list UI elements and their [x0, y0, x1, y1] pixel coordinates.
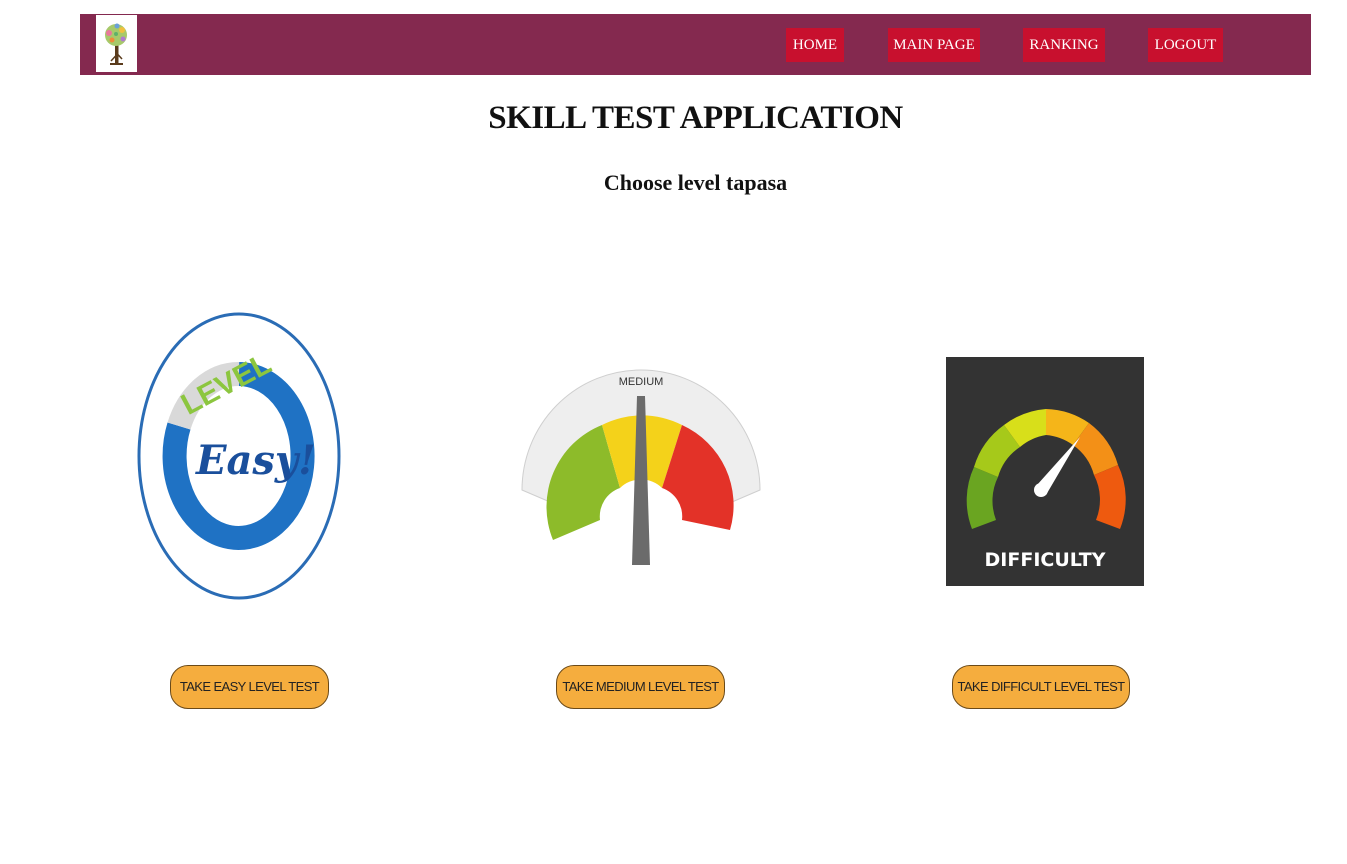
page-title: SKILL TEST APPLICATION [488, 100, 903, 136]
nav-logout-button[interactable]: LOGOUT [1148, 28, 1223, 62]
easy-word-text: Easy! [195, 437, 316, 484]
difficulty-word-text: DIFFICULTY [985, 549, 1106, 571]
take-medium-test-button[interactable]: TAKE MEDIUM LEVEL TEST [556, 665, 725, 709]
tree-logo-icon[interactable] [96, 15, 137, 72]
top-navbar: HOME MAIN PAGE RANKING LOGOUT [80, 14, 1311, 75]
medium-level-image: MEDIUM [520, 360, 762, 575]
medium-word-text: MEDIUM [619, 376, 664, 388]
page-subtitle: Choose level tapasa [603, 170, 788, 195]
easy-level-image: LEVEL Easy! [136, 311, 342, 601]
nav-home-button[interactable]: HOME [786, 28, 844, 62]
take-easy-test-button[interactable]: TAKE EASY LEVEL TEST [170, 665, 329, 709]
take-difficult-test-button[interactable]: TAKE DIFFICULT LEVEL TEST [952, 665, 1130, 709]
nav-main-page-button[interactable]: MAIN PAGE [888, 28, 980, 62]
nav-ranking-button[interactable]: RANKING [1023, 28, 1105, 62]
difficulty-level-image: DIFFICULTY [946, 357, 1144, 586]
